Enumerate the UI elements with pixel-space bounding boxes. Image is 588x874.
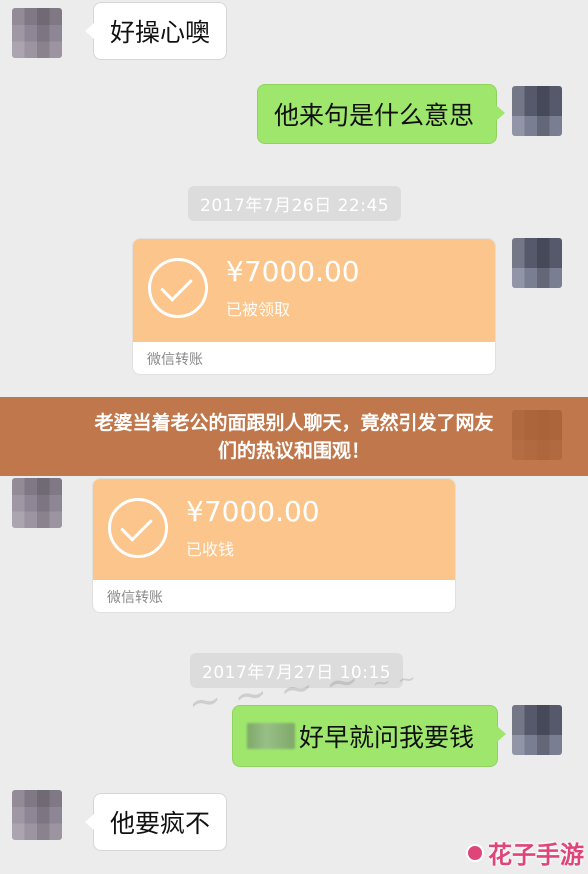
transfer-card-sent[interactable]: ¥7000.00 已被领取 微信转账 — [132, 238, 496, 375]
message-text: 他要疯不 — [110, 809, 211, 838]
check-circle-icon — [108, 498, 168, 558]
user-avatar[interactable] — [512, 86, 562, 136]
user-avatar[interactable] — [512, 238, 562, 288]
redacted-name — [247, 723, 295, 749]
logo-text: 花子手游 — [488, 841, 584, 869]
transfer-card-header: ¥7000.00 已被领取 — [133, 239, 495, 342]
message-bubble-incoming[interactable]: 好操心噢 — [85, 2, 227, 60]
contact-avatar[interactable] — [12, 478, 62, 528]
message-bubble-outgoing[interactable]: 他来句是什么意思 — [257, 84, 505, 144]
caption-banner: 老婆当着老公的面跟别人聊天，竟然引发了网友 们的热议和围观！ — [0, 397, 588, 476]
timestamp: 2017年7月27日 10:15 — [190, 653, 404, 688]
message-text: 他来句是什么意思 — [274, 101, 475, 130]
check-circle-icon — [148, 258, 208, 318]
transfer-amount: ¥7000.00 — [226, 255, 360, 288]
message-bubble-incoming[interactable]: 他要疯不 — [85, 793, 227, 851]
transfer-footer: 微信转账 — [147, 352, 203, 368]
message-text: 好早就问我要钱 — [299, 723, 475, 752]
site-logo: 花子手游 — [466, 835, 584, 870]
user-avatar[interactable] — [512, 705, 562, 755]
transfer-status: 已被领取 — [226, 300, 291, 319]
contact-avatar[interactable] — [12, 8, 62, 58]
timestamp: 2017年7月26日 22:45 — [188, 186, 402, 221]
logo-icon — [466, 843, 484, 862]
transfer-amount: ¥7000.00 — [186, 495, 320, 528]
message-bubble-outgoing[interactable]: 好早就问我要钱 — [232, 705, 506, 767]
caption-line: 老婆当着老公的面跟别人聊天，竟然引发了网友 — [94, 411, 494, 434]
message-text: 好操心噢 — [110, 18, 211, 47]
transfer-card-header: ¥7000.00 已收钱 — [93, 479, 455, 580]
transfer-card-received[interactable]: ¥7000.00 已收钱 微信转账 — [92, 478, 456, 613]
transfer-status: 已收钱 — [186, 540, 235, 559]
caption-line: 们的热议和围观！ — [217, 439, 370, 462]
transfer-footer: 微信转账 — [107, 590, 163, 606]
contact-avatar[interactable] — [12, 790, 62, 840]
